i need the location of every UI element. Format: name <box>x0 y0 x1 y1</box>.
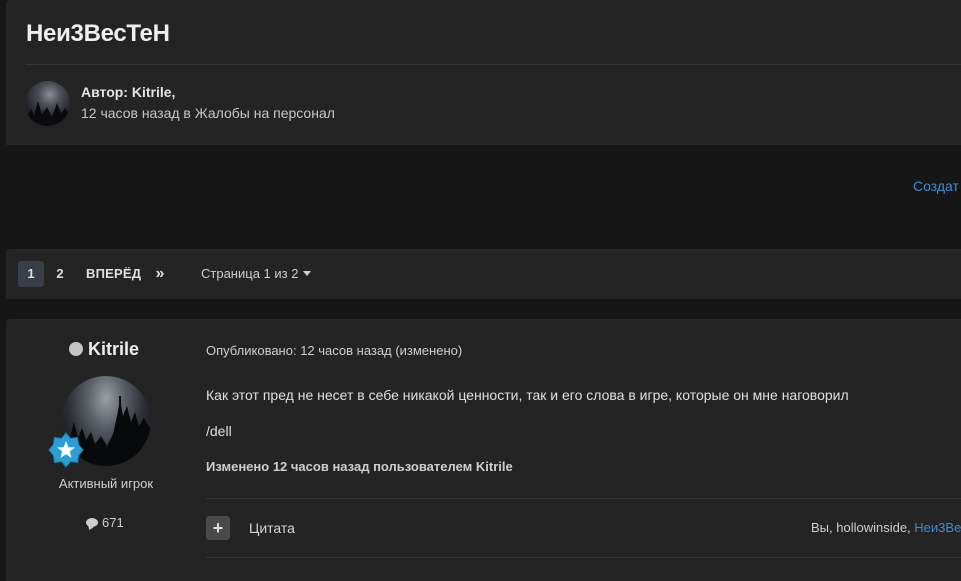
post: Kitrile Активный игрок 671 Опубликовано:… <box>6 319 961 581</box>
edited-note: Изменено 12 часов назад пользователем Ki… <box>206 459 513 474</box>
caret-down-icon <box>303 271 312 277</box>
post-author-name[interactable]: Kitrile <box>88 339 139 359</box>
chevron-double-right-icon[interactable]: » <box>151 261 169 287</box>
reactions-users: Вы, hollowinside, <box>811 520 915 535</box>
post-body-line-1: Как этот пред не несет в себе никакой це… <box>206 387 849 403</box>
divider <box>26 64 961 65</box>
post-count: 671 <box>86 515 124 530</box>
topic-header: Неи3ВесТеН Автор: Kitrile, 12 часов наза… <box>6 0 961 145</box>
post-date: Опубликовано: 12 часов назад (изменено) <box>206 343 463 358</box>
post-body-line-2: /dell <box>206 423 232 439</box>
plus-icon[interactable]: + <box>206 516 230 540</box>
quote-button[interactable]: Цитата <box>249 520 295 536</box>
divider <box>206 498 961 499</box>
next-page-button[interactable]: ВПЕРЁД <box>86 261 141 287</box>
page-jump-dropdown[interactable]: Страница 1 из 2 <box>201 261 312 287</box>
page-2-button[interactable]: 2 <box>50 261 70 287</box>
member-rank: Активный игрок <box>58 476 154 491</box>
topic-meta: 12 часов назад в Жалобы на персонал <box>81 105 335 121</box>
post-author[interactable]: Kitrile <box>69 339 139 360</box>
page-title: Неи3ВесТеН <box>26 20 170 47</box>
author-line[interactable]: Автор: Kitrile, <box>81 84 175 100</box>
reactions-list: Вы, hollowinside, Неи3Вес <box>811 520 961 535</box>
create-topic-link[interactable]: Создат <box>913 178 959 194</box>
divider <box>206 557 961 558</box>
reaction-user-link[interactable]: Неи3Вес <box>914 520 961 535</box>
pagination: 1 2 ВПЕРЁД » Страница 1 из 2 <box>6 249 961 299</box>
status-dot-icon <box>69 342 83 356</box>
author-avatar[interactable] <box>25 81 70 126</box>
star-badge-icon <box>48 432 84 468</box>
post-count-value: 671 <box>102 515 124 530</box>
comment-icon <box>86 518 98 527</box>
page-info-label: Страница 1 из 2 <box>201 266 299 281</box>
page-1-button[interactable]: 1 <box>18 261 44 287</box>
